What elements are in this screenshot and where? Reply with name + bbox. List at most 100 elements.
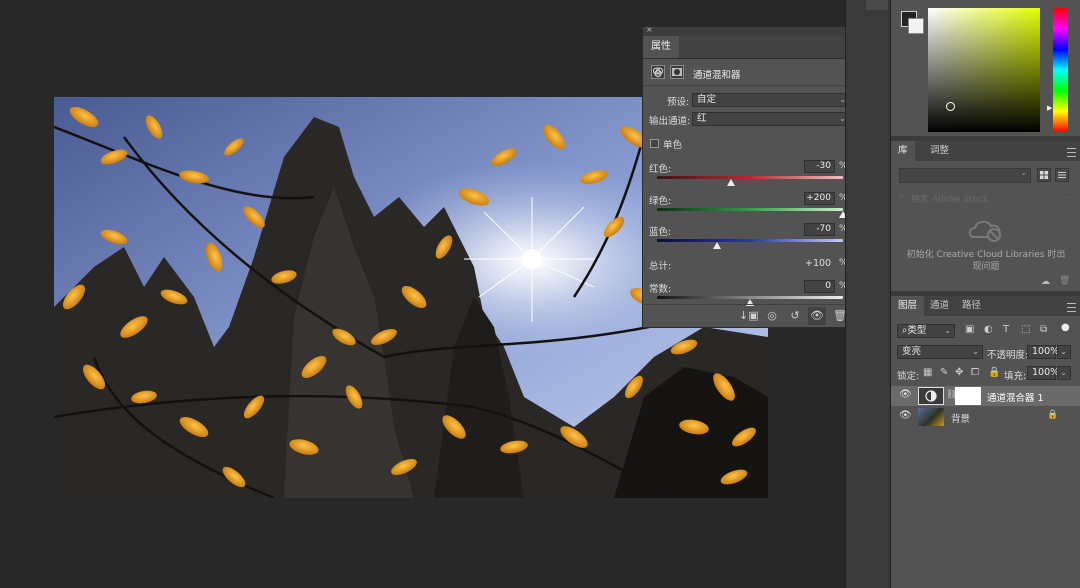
reset-icon[interactable]: ↺ [786, 307, 804, 325]
background-color-swatch[interactable] [908, 18, 924, 34]
preset-label: 预设: [667, 97, 690, 108]
layer-name[interactable]: 背景 [951, 411, 970, 425]
library-error-message: 初始化 Creative Cloud Libraries 时出现问题 [906, 250, 1066, 272]
preset-value: 自定 [697, 94, 717, 105]
hue-pointer-icon[interactable]: ▶ [1047, 104, 1052, 112]
filter-pixel-icon[interactable]: ▣ [965, 324, 974, 335]
filter-type-icon[interactable]: T [1003, 324, 1009, 335]
total-label: 总计: [649, 261, 672, 272]
green-slider-label: 绿色: [649, 196, 672, 207]
trash-icon[interactable]: 🗑 [1059, 276, 1070, 286]
green-slider-track[interactable] [657, 208, 843, 211]
fill-dropdown[interactable]: ⌄ [1057, 366, 1071, 380]
adjustment-title: 通道混和器 [693, 70, 741, 81]
filter-smart-object-icon[interactable]: ⧉ [1040, 324, 1047, 335]
visibility-eye-icon[interactable]: 👁 [808, 307, 826, 325]
layer-row-background[interactable]: 👁 背景 🔒 [891, 407, 1080, 427]
lock-artboard-icon[interactable]: ⧠ [971, 367, 979, 378]
green-value-field[interactable]: +200 [804, 192, 835, 205]
color-picker-cursor[interactable] [946, 102, 955, 111]
tab-paths[interactable]: 路径 [955, 296, 988, 316]
adjustment-layer-thumbnail[interactable] [918, 387, 944, 405]
red-value-field[interactable]: -30 [804, 160, 835, 173]
blue-slider-track[interactable] [657, 239, 843, 242]
opacity-input[interactable]: 100% [1027, 345, 1060, 359]
red-slider-track[interactable] [657, 176, 843, 179]
panel-icon-strip [845, 0, 891, 588]
filter-toggle-icon[interactable]: ● [1061, 322, 1070, 333]
red-slider-thumb[interactable] [727, 179, 736, 186]
background-layer-thumbnail[interactable] [918, 408, 944, 426]
opacity-value: 100% [1032, 346, 1060, 357]
blend-mode-value: 变亮 [902, 346, 922, 357]
lock-all-icon[interactable]: 🔒 [988, 367, 1000, 378]
tab-layers[interactable]: 图层 [891, 296, 925, 316]
library-panel: 库 调整 ⌄ ⌕ 搜索 Adobe Stock ⌄ 初始化 Creative C… [891, 141, 1080, 291]
fill-input[interactable]: 100% [1027, 366, 1060, 380]
grid-view-icon[interactable] [1037, 168, 1051, 182]
close-icon[interactable]: × [646, 25, 653, 34]
filter-shape-icon[interactable]: ⬚ [1021, 324, 1030, 335]
strip-tool-icon[interactable] [866, 0, 888, 10]
hue-slider[interactable] [1053, 8, 1068, 132]
clip-to-layer-icon[interactable]: ↓▣ [739, 307, 759, 325]
chevron-down-icon: ⌄ [1020, 168, 1027, 177]
properties-panel: × « 属性 通道混和器 预设: 自定 ⌄ 输出通道: 红 ⌄ 单色 红色: -… [642, 25, 868, 328]
monochrome-label: 单色 [663, 140, 683, 151]
tab-library[interactable]: 库 [891, 141, 915, 161]
fill-label: 填充: [1004, 371, 1027, 382]
blend-mode-select[interactable]: 变亮 ⌄ [897, 345, 983, 359]
blue-value-field[interactable]: -70 [804, 223, 835, 236]
panel-menu-icon[interactable] [1067, 148, 1076, 157]
mask-icon[interactable] [670, 65, 684, 79]
color-panel: ▶ [891, 0, 1080, 136]
tab-properties[interactable]: 属性 [643, 36, 679, 58]
chevron-down-icon: ⌄ [1060, 368, 1067, 377]
layer-filter-value: 类型 [907, 325, 927, 336]
stock-search-input[interactable]: 搜索 Adobe Stock [911, 192, 988, 205]
output-channel-value: 红 [697, 113, 707, 124]
layer-mask-thumbnail[interactable] [955, 387, 981, 405]
color-picker-field[interactable] [928, 8, 1040, 132]
cloud-sync-icon[interactable]: ☁ [1041, 277, 1050, 287]
adjustment-layer-icon[interactable] [651, 65, 665, 79]
total-value: +100 [805, 258, 832, 269]
constant-value-field[interactable]: 0 [804, 280, 835, 293]
chevron-down-icon: ⌄ [1063, 191, 1070, 200]
search-icon: ⌕ [899, 192, 905, 202]
blue-slider-label: 蓝色: [649, 227, 672, 238]
preset-select[interactable]: 自定 ⌄ [692, 93, 850, 107]
output-channel-label: 输出通道: [649, 116, 691, 127]
chevron-down-icon: ⌄ [944, 326, 951, 335]
right-dock: ▶ 库 调整 ⌄ ⌕ 搜索 Adobe Stock ⌄ 初始化 Creative… [890, 0, 1080, 588]
lock-position-icon[interactable]: ✥ [955, 367, 963, 378]
layer-name[interactable]: 通道混合器 1 [987, 390, 1044, 404]
opacity-label: 不透明度: [987, 350, 1029, 361]
library-select[interactable]: ⌄ [899, 168, 1031, 183]
list-view-icon[interactable] [1055, 168, 1069, 182]
tab-channels[interactable]: 通道 [923, 296, 956, 316]
constant-label: 常数: [649, 284, 672, 295]
red-slider-label: 红色: [649, 164, 672, 175]
lock-brush-icon[interactable]: ✎ [940, 367, 948, 378]
chevron-down-icon: ⌄ [972, 347, 979, 356]
creative-cloud-error-icon [968, 217, 1004, 243]
layers-panel: 图层 通道 路径 ⌕类型 ⌄ ▣ ◐ T ⬚ ⧉ ● 变亮 ⌄ 不透明度: 10… [891, 296, 1080, 588]
lock-label: 锁定: [897, 371, 920, 382]
filter-adjustment-icon[interactable]: ◐ [984, 324, 993, 335]
visibility-eye-icon[interactable]: 👁 [899, 389, 912, 400]
opacity-dropdown[interactable]: ⌄ [1057, 345, 1071, 359]
visibility-eye-icon[interactable]: 👁 [899, 410, 912, 421]
lock-icon: 🔒 [1047, 410, 1059, 420]
monochrome-checkbox[interactable] [650, 139, 659, 148]
fill-value: 100% [1032, 367, 1060, 378]
view-previous-icon[interactable]: ◎ [763, 307, 781, 325]
panel-menu-icon[interactable] [1067, 303, 1076, 312]
output-channel-select[interactable]: 红 ⌄ [692, 112, 850, 126]
chevron-down-icon: ⌄ [1060, 347, 1067, 356]
layer-row-channel-mixer[interactable]: 👁 ⛓ 通道混合器 1 [891, 386, 1080, 406]
tab-adjustments[interactable]: 调整 [923, 141, 956, 161]
blue-slider-thumb[interactable] [712, 242, 721, 249]
lock-transparent-icon[interactable]: ▦ [923, 367, 932, 378]
layer-filter-select[interactable]: ⌕类型 ⌄ [897, 324, 955, 338]
